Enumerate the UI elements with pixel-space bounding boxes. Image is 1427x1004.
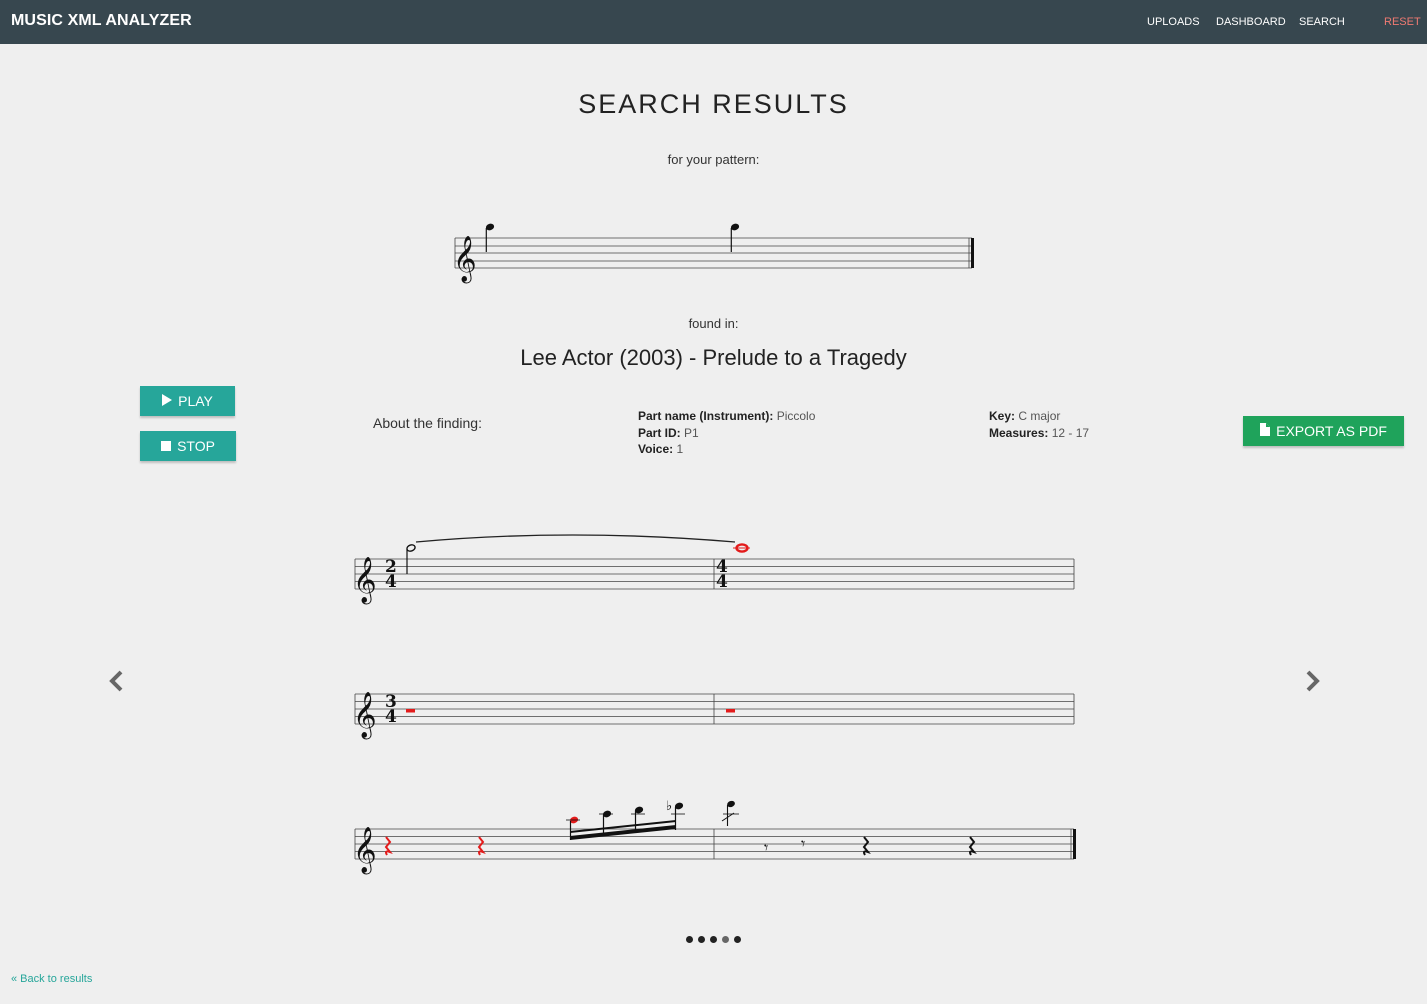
pattern-label: for your pattern: (667, 152, 760, 167)
svg-text:♭: ♭ (666, 799, 672, 814)
pattern-note (730, 223, 740, 252)
key-key: Key: (989, 409, 1016, 423)
play-icon (162, 393, 173, 409)
pattern-score: 𝄞 (453, 223, 974, 284)
carousel-dot[interactable] (710, 936, 717, 943)
carousel-dot[interactable] (734, 936, 741, 943)
export-pdf-button[interactable]: EXPORT AS PDF (1243, 416, 1404, 446)
next-slide-button[interactable] (1301, 666, 1323, 696)
stop-icon (161, 438, 172, 454)
chevron-left-icon (109, 670, 123, 692)
pattern-note (485, 223, 495, 252)
treble-clef-icon: 𝄞 (353, 827, 377, 875)
found-in-label: found in: (688, 316, 739, 331)
carousel-indicators (686, 936, 741, 943)
time-sig-bottom: 4 (716, 572, 728, 592)
key-value: C major (1018, 409, 1061, 423)
quarter-rest (968, 836, 977, 856)
treble-clef-icon: 𝄞 (353, 557, 377, 605)
tie-curve (415, 534, 736, 543)
treble-clef-icon: 𝄞 (453, 236, 477, 284)
app-brand[interactable]: MUSIC XML ANALYZER (11, 12, 192, 30)
highlighted-quarter-rest (384, 836, 393, 856)
part-name-key: Part name (Instrument): (638, 409, 774, 423)
nav-dashboard[interactable]: DASHBOARD (1216, 16, 1286, 28)
grace-note (721, 800, 739, 826)
beamed-note-group: ♭ (566, 799, 685, 840)
part-id-value: P1 (684, 425, 699, 440)
measures-key: Measures: (989, 425, 1049, 440)
carousel-dot[interactable] (698, 936, 705, 943)
piece-title: Lee Actor (2003) - Prelude to a Tragedy (520, 345, 907, 370)
carousel-dot[interactable] (686, 936, 693, 943)
about-label: About the finding: (373, 415, 482, 431)
prev-slide-button[interactable] (106, 666, 128, 696)
highlighted-half-rest (726, 709, 735, 713)
result-score: 𝄞 2 4 4 4 𝄞 3 4 𝄞 ♭ 𝄾 𝄾 (353, 534, 1076, 875)
voice-value: 1 (676, 442, 684, 456)
export-label: EXPORT AS PDF (1276, 423, 1387, 439)
stop-label: STOP (177, 438, 215, 454)
time-sig-bottom: 4 (385, 707, 397, 727)
nav-uploads[interactable]: UPLOADS (1147, 16, 1200, 28)
eighth-rest: 𝄾 (801, 834, 805, 853)
play-button[interactable]: PLAY (140, 386, 235, 416)
eighth-rest: 𝄾 (764, 838, 768, 857)
highlighted-quarter-rest (477, 836, 486, 856)
top-navbar: MUSIC XML ANALYZER UPLOADS DASHBOARD SEA… (0, 0, 1427, 44)
time-sig-bottom: 4 (385, 572, 397, 592)
stop-button[interactable]: STOP (140, 431, 236, 461)
part-info: Part name (Instrument): Piccolo Part ID:… (638, 408, 815, 458)
voice-key: Voice: (638, 442, 674, 456)
highlighted-whole-note (733, 543, 750, 553)
page-title: SEARCH RESULTS (578, 89, 849, 119)
carousel-dot-active[interactable] (722, 936, 729, 943)
quarter-rest (862, 836, 871, 856)
file-icon (1260, 423, 1271, 439)
part-id-key: Part ID: (638, 425, 681, 440)
key-info: Key: C major Measures: 12 - 17 (989, 408, 1089, 441)
play-label: PLAY (178, 393, 213, 409)
highlighted-half-rest (406, 709, 415, 713)
back-to-results-link[interactable]: « Back to results (11, 973, 92, 985)
chevron-right-icon (1306, 670, 1320, 692)
treble-clef-icon: 𝄞 (353, 692, 377, 740)
nav-search[interactable]: SEARCH (1299, 16, 1345, 28)
part-name-value: Piccolo (776, 409, 816, 423)
nav-reset[interactable]: RESET (1384, 16, 1421, 28)
measures-value: 12 - 17 (1051, 425, 1090, 440)
